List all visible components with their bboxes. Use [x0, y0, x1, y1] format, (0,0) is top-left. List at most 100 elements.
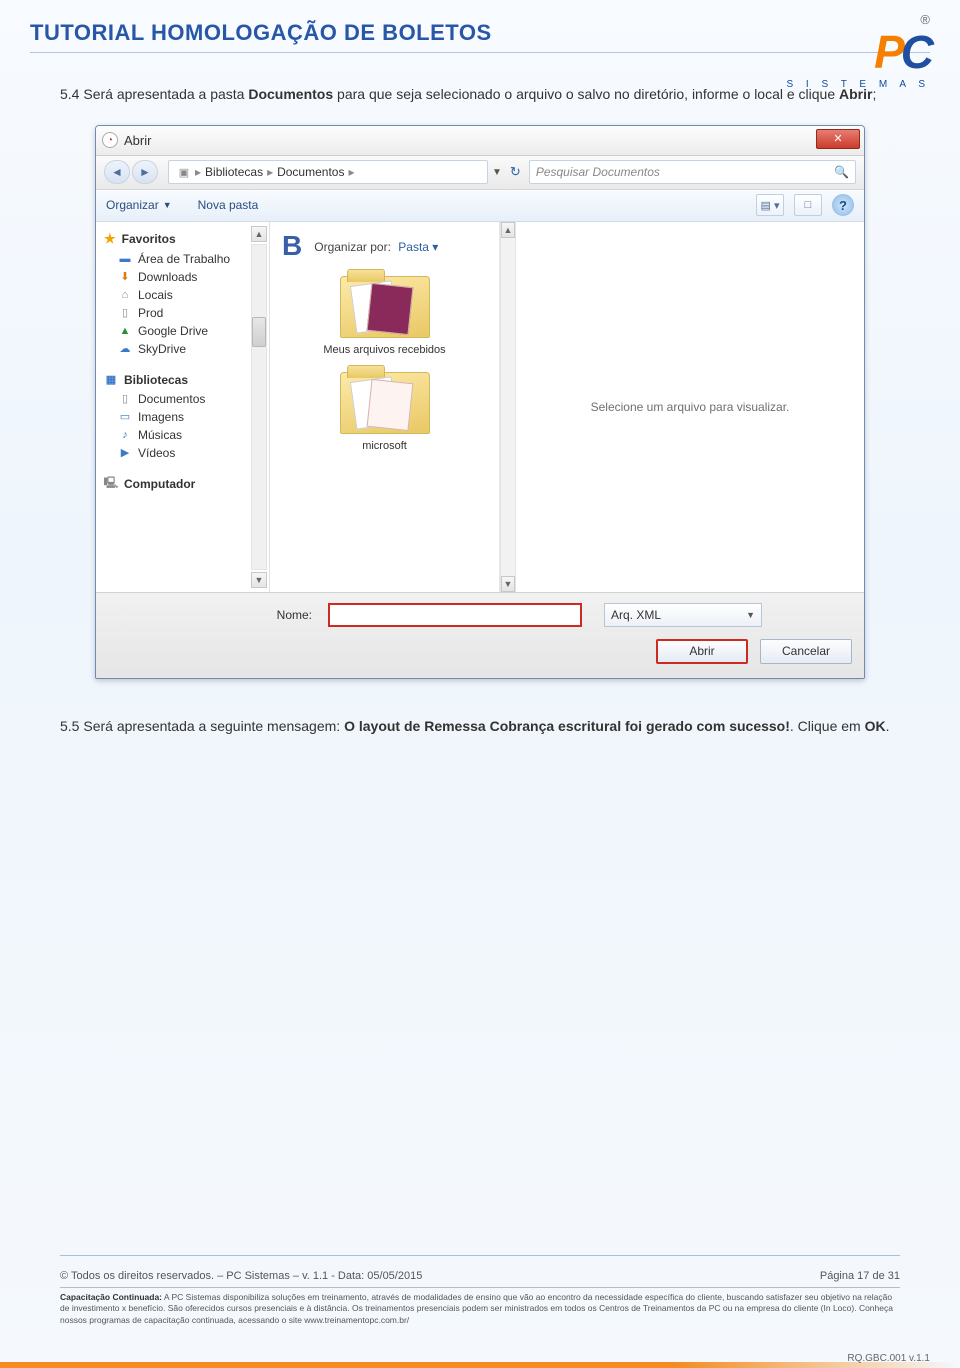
new-folder-button[interactable]: Nova pasta [198, 198, 259, 212]
label: Músicas [138, 428, 182, 442]
nav-item-prod[interactable]: ▯Prod [96, 304, 269, 322]
breadcrumb[interactable]: ▣ ▸ Bibliotecas ▸ Documentos ▸ [168, 160, 488, 184]
open-dialog: ◔ Abrir ✕ ◄ ► ▣ ▸ Bibliotecas ▸ Document… [95, 125, 865, 679]
folder-item[interactable]: microsoft [282, 372, 487, 452]
scroll-down-icon[interactable]: ▼ [251, 572, 267, 588]
scroll-thumb[interactable] [252, 317, 266, 347]
text-bold: O layout de Remessa Cobrança escritural … [344, 718, 790, 734]
copyright-text: © Todos os direitos reservados. – PC Sis… [60, 1270, 422, 1282]
preview-pane: Selecione um arquivo para visualizar. [516, 222, 864, 592]
text-bold: OK [865, 718, 886, 734]
search-input[interactable]: Pesquisar Documentos 🔍 [529, 160, 856, 184]
label: SkyDrive [138, 342, 186, 356]
refresh-icon[interactable]: ↻ [510, 164, 521, 180]
scrollbar[interactable]: ▲ ▼ [500, 222, 516, 592]
label: Computador [124, 477, 195, 491]
selected-type: Arq. XML [611, 608, 661, 622]
footer-caption: Capacitação Continuada: A PC Sistemas di… [60, 1287, 900, 1326]
value: Pasta [398, 240, 429, 254]
label: Cancelar [782, 644, 830, 658]
music-icon: ♪ [118, 428, 132, 442]
label: Área de Trabalho [138, 252, 230, 266]
scroll-up-icon[interactable]: ▲ [251, 226, 267, 242]
video-icon: ▶ [118, 446, 132, 460]
scroll-up-icon[interactable]: ▲ [501, 222, 515, 238]
nav-pane: ▲ ▼ ★Favoritos ▬Área de Trabalho ⬇ Downlo… [96, 222, 270, 592]
cloud-icon: ☁ [118, 342, 132, 356]
nav-item-videos[interactable]: ▶ Vídeos [96, 444, 269, 462]
text: 5.4 Será apresentada a pasta [60, 86, 248, 102]
label: Vídeos [138, 446, 175, 460]
nav-item-places[interactable]: ⌂ Locais [96, 286, 269, 304]
back-button[interactable]: ◄ [104, 160, 130, 184]
places-icon: ⌂ [118, 288, 132, 302]
chevron-down-icon: ▼ [163, 200, 172, 210]
label: Google Drive [138, 324, 208, 338]
logo-c: C [901, 26, 930, 78]
step-5-5: 5.5 Será apresentada a seguinte mensagem… [60, 715, 900, 739]
folder-label: Meus arquivos recebidos [323, 344, 445, 356]
titlebar: ◔ Abrir ✕ [96, 126, 864, 156]
scroll-down-icon[interactable]: ▼ [501, 576, 515, 592]
nav-item-downloads[interactable]: ⬇ Downloads [96, 268, 269, 286]
breadcrumb-item[interactable]: Bibliotecas [205, 165, 263, 179]
label: Organizar [106, 198, 159, 212]
breadcrumb-item[interactable]: Documentos [277, 165, 344, 179]
filetype-select[interactable]: Arq. XML ▼ [604, 603, 762, 627]
star-icon: ★ [104, 231, 116, 247]
doc-code: RQ.GBC.001 v.1.1 [847, 1353, 930, 1364]
bottom-bar: Nome: Arq. XML ▼ Abrir Cancelar [96, 592, 864, 678]
gdrive-icon: ▲ [118, 324, 132, 338]
library-icon: ▦ [104, 373, 118, 387]
nav-item-music[interactable]: ♪ Músicas [96, 426, 269, 444]
help-button[interactable]: ? [832, 194, 854, 216]
nav-libraries[interactable]: ▦ Bibliotecas [96, 370, 269, 390]
label: Nova pasta [198, 198, 259, 212]
doc-icon: ▯ [118, 392, 132, 406]
text: 5.5 Será apresentada a seguinte mensagem… [60, 718, 344, 734]
label: Prod [138, 306, 163, 320]
label: Locais [138, 288, 173, 302]
text: para que seja selecionado o arquivo o sa… [333, 86, 839, 102]
nav-item-images[interactable]: ▭Imagens [96, 408, 269, 426]
nav-item-skydrive[interactable]: ☁ SkyDrive [96, 340, 269, 358]
preview-pane-button[interactable]: □ [794, 194, 822, 216]
text-bold: Documentos [248, 86, 333, 102]
app-icon: ◔ [102, 132, 118, 148]
registered-icon: ® [786, 12, 930, 27]
folder-item[interactable]: Meus arquivos recebidos [282, 276, 487, 356]
folder-icon [340, 276, 430, 338]
nav-computer[interactable]: 🖳Computador [96, 474, 269, 494]
text: . [886, 718, 890, 734]
filename-input[interactable] [328, 603, 582, 627]
library-letter: B [282, 230, 302, 262]
open-button[interactable]: Abrir [656, 639, 748, 664]
label: Abrir [689, 644, 714, 658]
arrange-by[interactable]: Organizar por: Pasta ▾ [314, 240, 438, 254]
folder-icon: ▣ [177, 165, 191, 179]
organize-button[interactable]: Organizar ▼ [106, 198, 172, 212]
caption-text: A PC Sistemas disponibiliza soluções em … [60, 1292, 893, 1325]
label: Documentos [138, 392, 205, 406]
logo-subtitle: S I S T E M A S [786, 79, 930, 90]
nav-item-desktop[interactable]: ▬Área de Trabalho [96, 250, 269, 268]
label: Organizar por: [314, 240, 391, 254]
view-mode-button[interactable]: ▤ ▾ [756, 194, 784, 216]
forward-button[interactable]: ► [132, 160, 158, 184]
nav-favorites[interactable]: ★Favoritos [96, 228, 269, 250]
scrollbar[interactable] [251, 244, 267, 570]
cancel-button[interactable]: Cancelar [760, 639, 852, 664]
close-button[interactable]: ✕ [816, 129, 860, 149]
image-icon: ▭ [118, 410, 132, 424]
text: . Clique em [790, 718, 865, 734]
dropdown-icon[interactable]: ▼ [492, 167, 502, 178]
placeholder: Pesquisar Documentos [536, 165, 660, 179]
logo: ® PC S I S T E M A S [786, 12, 930, 90]
toolbar: Organizar ▼ Nova pasta ▤ ▾ □ ? [96, 190, 864, 222]
nav-item-documents[interactable]: ▯ Documentos [96, 390, 269, 408]
label: Downloads [138, 270, 197, 284]
download-icon: ⬇ [118, 270, 132, 284]
label: Bibliotecas [124, 373, 188, 387]
file-list: B Organizar por: Pasta ▾ Meus arquivos r… [270, 222, 500, 592]
nav-item-gdrive[interactable]: ▲ Google Drive [96, 322, 269, 340]
